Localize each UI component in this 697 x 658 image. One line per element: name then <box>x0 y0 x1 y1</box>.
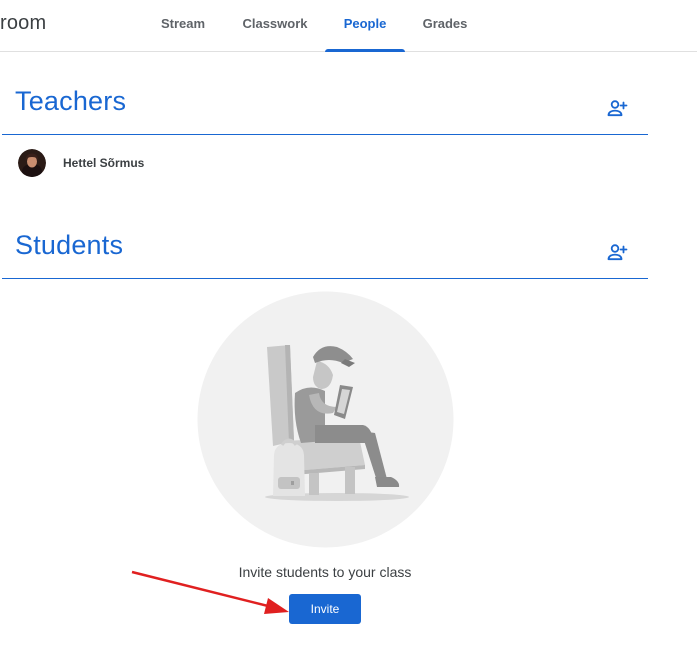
tab-stream[interactable]: Stream <box>150 0 216 51</box>
person-add-icon <box>607 100 628 117</box>
tab-classwork[interactable]: Classwork <box>236 0 314 51</box>
teachers-divider <box>2 134 648 135</box>
teacher-row[interactable]: Hettel Sõrmus <box>18 149 638 177</box>
tab-classwork-label: Classwork <box>242 16 308 31</box>
avatar <box>18 149 46 177</box>
students-heading: Students <box>15 230 124 260</box>
tab-stream-label: Stream <box>160 16 206 31</box>
tab-people-label: People <box>343 16 387 31</box>
empty-state-message: Invite students to your class <box>238 564 412 580</box>
empty-students-illustration <box>197 291 454 548</box>
students-divider <box>2 278 648 279</box>
active-tab-indicator <box>325 49 405 52</box>
teacher-name: Hettel Sõrmus <box>63 156 145 170</box>
tab-people[interactable]: People <box>325 0 405 52</box>
tab-grades-label: Grades <box>422 16 468 31</box>
tab-grades[interactable]: Grades <box>415 0 475 51</box>
invite-students-button[interactable] <box>605 240 629 264</box>
person-add-icon <box>607 244 628 261</box>
teachers-heading: Teachers <box>15 86 127 116</box>
invite-teachers-button[interactable] <box>605 96 629 120</box>
top-bar: room Stream Classwork People Grades <box>0 0 697 52</box>
app-title[interactable]: room <box>0 12 46 35</box>
invite-button[interactable]: Invite <box>289 594 361 624</box>
classroom-people-page: room Stream Classwork People Grades Teac… <box>0 0 697 658</box>
